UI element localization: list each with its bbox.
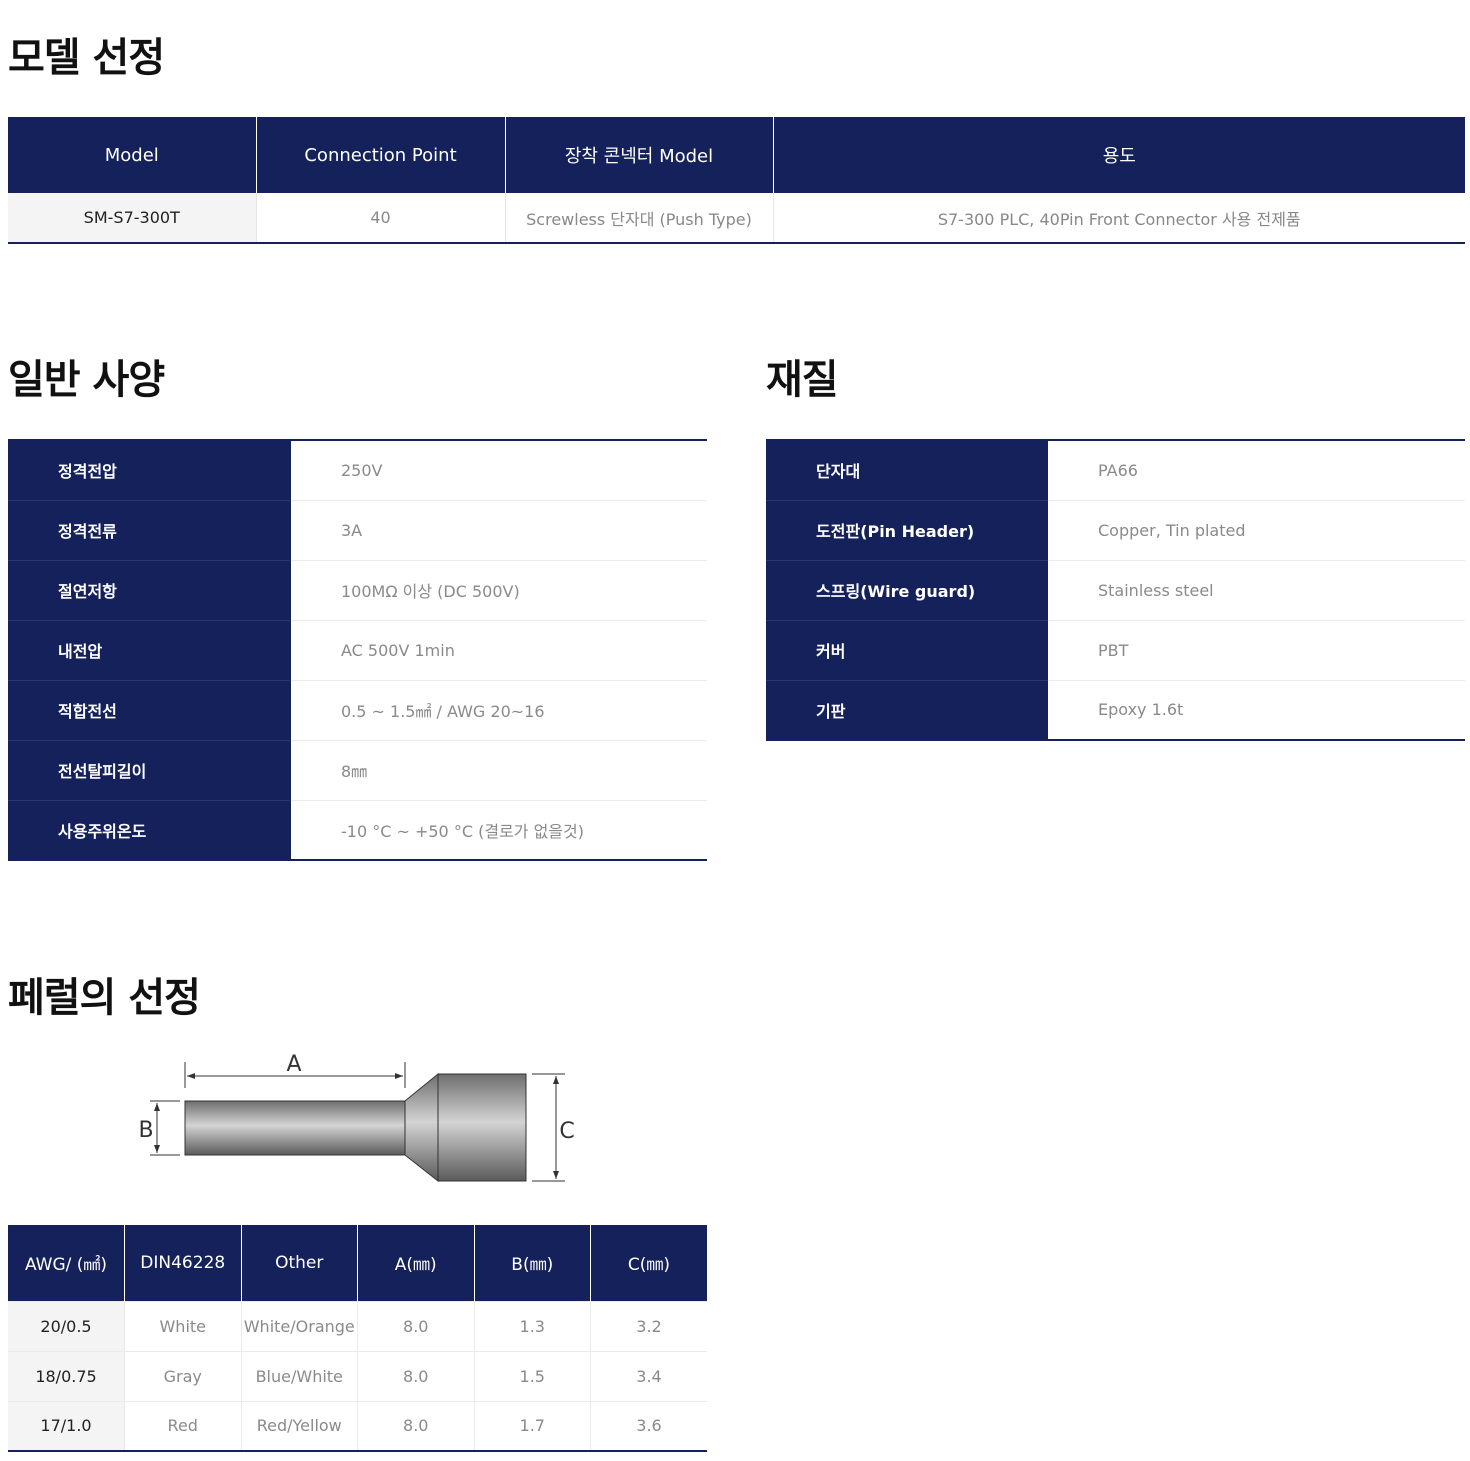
section-title-material: 재질 — [766, 357, 839, 403]
cell-b: 1.7 — [473, 1400, 591, 1451]
ferrule-table-header: AWG/ (㎟) DIN46228 Other A(㎜) B(㎜) C(㎜) — [8, 1225, 707, 1301]
cell-b: 1.3 — [473, 1300, 591, 1351]
cell-din: Gray — [124, 1350, 241, 1401]
cell-b: 1.5 — [473, 1350, 591, 1401]
spec-value: 3A — [291, 499, 707, 560]
cell-a: 8.0 — [357, 1350, 474, 1401]
cell-awg: 18/0.75 — [8, 1350, 125, 1401]
cell-a: 8.0 — [357, 1300, 474, 1351]
spec-value: 8㎜ — [291, 739, 707, 800]
ferrule-table: AWG/ (㎟) DIN46228 Other A(㎜) B(㎜) C(㎜) 2… — [8, 1225, 707, 1452]
cell-a: 8.0 — [357, 1400, 474, 1451]
spec-key: 적합전선 — [8, 679, 291, 740]
cell-connector-model: Screwless 단자대 (Push Type) — [504, 193, 773, 243]
header-a: A(㎜) — [357, 1225, 474, 1301]
table-row: SM-S7-300T 40 Screwless 단자대 (Push Type) … — [8, 193, 1465, 243]
label-c: C — [559, 1119, 574, 1144]
spec-value: 0.5 ~ 1.5㎟ / AWG 20~16 — [291, 679, 707, 740]
header-connection-point: Connection Point — [255, 117, 505, 193]
spec-key: 단자대 — [766, 440, 1048, 500]
model-table-header: Model Connection Point 장착 콘넥터 Model 용도 — [8, 117, 1465, 193]
header-b: B(㎜) — [473, 1225, 591, 1301]
table-row: 커버 PBT — [766, 619, 1465, 680]
table-row: 사용주위온도 -10 °C ~ +50 °C (결로가 없을것) — [8, 799, 707, 860]
table-row: 20/0.5 White White/Orange 8.0 1.3 3.2 — [8, 1300, 707, 1351]
table-row: 정격전압 250V — [8, 440, 707, 500]
spec-key: 전선탈피길이 — [8, 739, 291, 800]
table-row: 단자대 PA66 — [766, 440, 1465, 500]
label-a: A — [286, 1052, 301, 1077]
spec-value: Stainless steel — [1048, 559, 1465, 620]
cell-model: SM-S7-300T — [8, 193, 256, 243]
spec-value: -10 °C ~ +50 °C (결로가 없을것) — [291, 799, 707, 860]
spec-value: PBT — [1048, 619, 1465, 680]
spec-key: 기판 — [766, 679, 1048, 740]
table-row: 정격전류 3A — [8, 499, 707, 560]
material-spec-table: 단자대 PA66 도전판(Pin Header) Copper, Tin plate… — [766, 439, 1465, 741]
spec-key: 정격전류 — [8, 499, 291, 560]
header-c: C(㎜) — [590, 1225, 707, 1301]
section-title-ferrule: 페럴의 선정 — [8, 975, 201, 1021]
cell-c: 3.2 — [590, 1300, 707, 1351]
spec-key: 사용주위온도 — [8, 799, 291, 860]
spec-key: 도전판(Pin Header) — [766, 499, 1048, 560]
section-title-general: 일반 사양 — [8, 357, 165, 403]
table-row: 내전압 AC 500V 1min — [8, 619, 707, 680]
spec-value: Copper, Tin plated — [1048, 499, 1465, 560]
ferrule-diagram: A B C — [138, 1052, 575, 1183]
cell-other: Blue/White — [240, 1350, 358, 1401]
header-model: Model — [8, 117, 256, 193]
cell-din: White — [124, 1300, 241, 1351]
general-spec-table: 정격전압 250V 정격전류 3A 절연저항 100MΩ 이상 (DC 500V) 내… — [8, 439, 707, 861]
cell-c: 3.6 — [590, 1400, 707, 1451]
cell-c: 3.4 — [590, 1350, 707, 1401]
header-din: DIN46228 — [124, 1225, 241, 1301]
spec-value: PA66 — [1098, 460, 1138, 480]
spec-key: 절연저항 — [8, 559, 291, 620]
cell-other: Red/Yellow — [240, 1400, 358, 1451]
spec-key: 커버 — [766, 619, 1048, 680]
spec-value: 100MΩ 이상 (DC 500V) — [291, 559, 707, 620]
table-row: 전선탈피길이 8㎜ — [8, 739, 707, 800]
spec-value: AC 500V 1min — [291, 619, 707, 680]
spec-key: 정격전압 — [8, 440, 291, 500]
spec-value: 250V — [341, 460, 383, 480]
model-table: Model Connection Point 장착 콘넥터 Model 용도 S… — [8, 117, 1465, 244]
spec-key: 내전압 — [8, 619, 291, 680]
cell-connection-point: 40 — [255, 193, 505, 243]
header-usage: 용도 — [772, 117, 1465, 193]
table-row: 기판 Epoxy 1.6t — [766, 679, 1465, 740]
header-awg: AWG/ (㎟) — [8, 1225, 125, 1301]
table-row: 절연저항 100MΩ 이상 (DC 500V) — [8, 559, 707, 620]
table-row: 스프링(Wire guard) Stainless steel — [766, 559, 1465, 620]
spec-key: 스프링(Wire guard) — [766, 559, 1048, 620]
table-row: 17/1.0 Red Red/Yellow 8.0 1.7 3.6 — [8, 1400, 707, 1451]
section-title-model: 모델 선정 — [8, 35, 165, 81]
cell-awg: 17/1.0 — [8, 1400, 125, 1451]
table-row: 적합전선 0.5 ~ 1.5㎟ / AWG 20~16 — [8, 679, 707, 740]
table-row: 18/0.75 Gray Blue/White 8.0 1.5 3.4 — [8, 1350, 707, 1401]
header-other: Other — [240, 1225, 358, 1301]
spec-value: Epoxy 1.6t — [1048, 679, 1465, 740]
cell-usage: S7-300 PLC, 40Pin Front Connector 사용 전제품 — [772, 193, 1465, 243]
cell-din: Red — [124, 1400, 241, 1451]
header-connector-model: 장착 콘넥터 Model — [504, 117, 773, 193]
cell-awg: 20/0.5 — [8, 1300, 125, 1351]
label-b: B — [138, 1118, 153, 1143]
cell-other: White/Orange — [240, 1300, 358, 1351]
table-row: 도전판(Pin Header) Copper, Tin plated — [766, 499, 1465, 560]
